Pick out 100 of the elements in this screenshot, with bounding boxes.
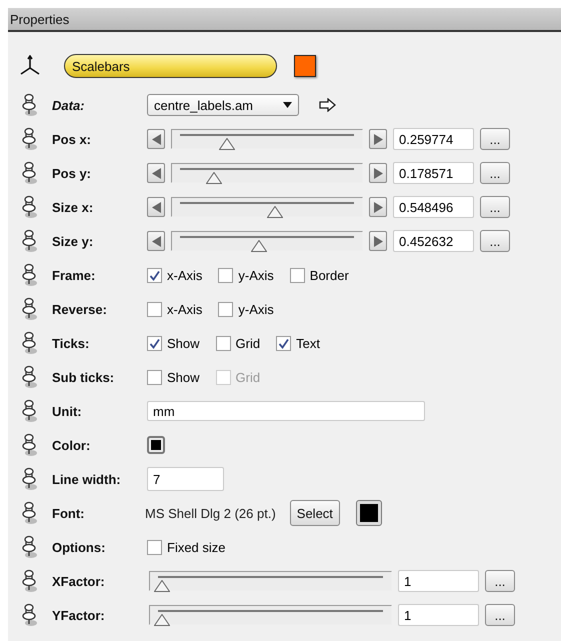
checkbox[interactable]: [147, 336, 162, 350]
value-field[interactable]: 1: [398, 604, 479, 626]
pin-icon[interactable]: [21, 399, 39, 423]
right-triangle-icon: [374, 168, 382, 178]
pin-icon[interactable]: [21, 263, 39, 287]
more-button[interactable]: ...: [480, 128, 510, 150]
pin-icon[interactable]: [21, 331, 39, 355]
slider-thumb[interactable]: [250, 240, 267, 252]
pin-icon[interactable]: [21, 127, 39, 151]
checkbox[interactable]: [216, 336, 231, 350]
value-field[interactable]: 0.548496: [393, 196, 474, 218]
more-button[interactable]: ...: [480, 230, 510, 252]
decrement-button[interactable]: [147, 197, 165, 217]
pin-icon[interactable]: [21, 603, 39, 627]
checkbox[interactable]: [147, 302, 162, 316]
more-button[interactable]: ...: [480, 162, 510, 184]
pin-icon[interactable]: [21, 433, 39, 457]
pin-icon[interactable]: [21, 535, 39, 559]
pin-icon[interactable]: [21, 93, 39, 117]
axes-icon: [19, 55, 41, 77]
increment-button[interactable]: [369, 129, 387, 149]
property-label: Unit:: [52, 404, 83, 418]
value-field[interactable]: 0.452632: [393, 230, 474, 252]
property-label: Size x:: [52, 200, 94, 214]
checkbox-label: Grid: [236, 370, 260, 384]
checkbox[interactable]: [147, 370, 162, 384]
pin-icon[interactable]: [21, 195, 39, 219]
checkbox-label: Text: [296, 336, 320, 350]
property-label: YFactor:: [52, 608, 106, 622]
checkbox-label: Grid: [236, 336, 260, 350]
panel-title: Properties: [8, 8, 561, 32]
property-label: Size y:: [52, 234, 94, 248]
more-button[interactable]: ...: [485, 570, 515, 592]
decrement-button[interactable]: [147, 129, 165, 149]
increment-button[interactable]: [369, 231, 387, 251]
left-triangle-icon: [152, 236, 160, 246]
right-triangle-icon: [374, 236, 382, 246]
property-label: XFactor:: [52, 574, 106, 588]
checkbox-label: Border: [310, 268, 349, 282]
property-label: Color:: [52, 438, 92, 452]
line-width-field[interactable]: 7: [147, 467, 224, 491]
module-color-swatch[interactable]: [294, 55, 316, 77]
select-button[interactable]: Select: [290, 500, 340, 526]
property-label: Reverse:: [52, 302, 108, 316]
pin-icon[interactable]: [21, 229, 39, 253]
value-field[interactable]: 1: [398, 570, 479, 592]
property-label: Options:: [52, 540, 106, 554]
checkbox-label: y-Axis: [238, 302, 274, 316]
value-field[interactable]: 0.259774: [393, 128, 474, 150]
slider-thumb[interactable]: [154, 580, 170, 592]
checkbox-label: Fixed size: [167, 540, 226, 554]
increment-button[interactable]: [369, 163, 387, 183]
property-label: Sub ticks:: [52, 370, 116, 384]
pin-icon[interactable]: [21, 161, 39, 185]
color-swatch[interactable]: [147, 436, 165, 454]
value-field[interactable]: 0.178571: [393, 162, 474, 184]
slider-thumb[interactable]: [206, 172, 222, 184]
property-label: Frame:: [52, 268, 96, 282]
property-label: Ticks:: [52, 336, 90, 350]
property-label: Pos x:: [52, 132, 92, 146]
checkbox-label: y-Axis: [238, 268, 274, 282]
slider-thumb[interactable]: [154, 614, 170, 626]
checkbox[interactable]: [276, 336, 292, 350]
decrement-button[interactable]: [147, 231, 165, 251]
checkbox-label: x-Axis: [167, 268, 202, 282]
module-name-pill[interactable]: Scalebars: [64, 54, 277, 78]
left-triangle-icon: [152, 168, 160, 178]
checkbox[interactable]: [218, 302, 234, 316]
font-color-swatch[interactable]: [356, 500, 382, 526]
right-triangle-icon: [374, 202, 382, 212]
unit-field[interactable]: mm: [147, 401, 425, 421]
checkbox-label: Show: [167, 336, 200, 350]
pin-icon[interactable]: [21, 297, 39, 321]
caret-icon: [283, 102, 292, 108]
more-button[interactable]: ...: [480, 196, 510, 218]
property-label: Data:: [52, 98, 86, 112]
decrement-button[interactable]: [147, 163, 165, 183]
checkbox-label: x-Axis: [167, 302, 202, 316]
checkbox[interactable]: [147, 268, 162, 282]
left-triangle-icon: [152, 202, 160, 212]
right-triangle-icon: [374, 134, 382, 144]
right-arrow-icon[interactable]: [319, 98, 337, 112]
property-label: Pos y:: [52, 166, 92, 180]
data-dropdown[interactable]: centre_labels.am: [147, 94, 299, 116]
font-name: MS Shell Dlg 2 (26 pt.): [145, 506, 276, 520]
checkbox-label: Show: [167, 370, 200, 384]
property-label: Line width:: [52, 472, 122, 486]
checkbox[interactable]: [218, 268, 234, 282]
left-triangle-icon: [152, 134, 160, 144]
pin-icon[interactable]: [21, 467, 39, 491]
pin-icon[interactable]: [21, 365, 39, 389]
property-label: Font:: [52, 506, 86, 520]
slider-thumb[interactable]: [219, 138, 236, 150]
checkbox[interactable]: [147, 540, 162, 554]
more-button[interactable]: ...: [485, 604, 515, 626]
slider-thumb[interactable]: [267, 206, 284, 218]
checkbox[interactable]: [290, 268, 305, 282]
pin-icon[interactable]: [21, 569, 39, 593]
pin-icon[interactable]: [21, 501, 39, 525]
increment-button[interactable]: [369, 197, 387, 217]
